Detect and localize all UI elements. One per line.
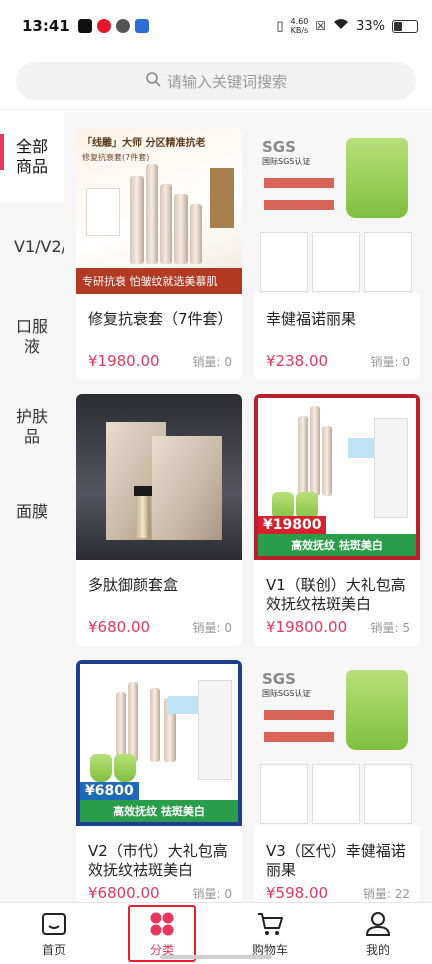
active-tab-highlight [128, 905, 196, 962]
sidebar-item-oral-liquid[interactable]: 口服液 [0, 292, 64, 382]
product-sales: 销量: 0 [192, 887, 232, 901]
product-price: ¥6800.00 [88, 884, 160, 902]
wifi-icon [333, 18, 349, 34]
sidebar-item-label: 全部商品 [15, 137, 48, 176]
product-name: 幸健福诺丽果 [266, 310, 357, 328]
sidebar-item-label: 口服液 [15, 317, 48, 356]
product-sales: 销量: 0 [192, 621, 232, 635]
sidebar-item-label: 面膜 [15, 502, 48, 521]
battery-percent: 33% [356, 18, 385, 34]
product-image: ¥19800 高效抚纹 祛斑美白 [254, 394, 420, 560]
product-card[interactable]: 多肽御颜套盒 ¥680.00 销量: 0 [76, 394, 242, 646]
weibo-icon [96, 19, 111, 33]
product-name: V1（联创）大礼包高效抚纹祛斑美白 [266, 576, 406, 613]
product-name: V3（区代）幸健福诺丽果 [266, 842, 406, 879]
product-image: 「线雕」大师 分区精准抗老 修复抗衰套(7件套) 专研抗衰 怕皱纹就选美慕肌 [76, 128, 242, 294]
sidebar-item-label: 护肤品 [15, 407, 48, 446]
product-price: ¥238.00 [266, 352, 329, 370]
product-image: SGS 国际SGS认证 [254, 660, 420, 826]
product-image [76, 394, 242, 560]
status-right: ▯ 4.60 KB/s ☒ 33% [276, 17, 418, 35]
product-card[interactable]: ¥6800 高效抚纹 祛斑美白 V2（市代）大礼包高效抚纹祛斑美白 ¥6800.… [76, 660, 242, 902]
category-sidebar: 全部商品 V1/V2/ 口服液 护肤品 面膜 [0, 112, 64, 902]
search-bar: 请输入关键词搜索 [0, 52, 432, 110]
sidebar-item-label: V1/V2/ [14, 237, 64, 256]
product-name: 多肽御颜套盒 [88, 576, 179, 594]
product-sales: 销量: 0 [370, 355, 410, 369]
status-time: 13:41 [22, 17, 70, 35]
tab-home[interactable]: 首页 [0, 903, 108, 964]
sidebar-item-v1v2[interactable]: V1/V2/ [0, 202, 64, 292]
product-name: V2（市代）大礼包高效抚纹祛斑美白 [88, 842, 228, 879]
search-input[interactable]: 请输入关键词搜索 [16, 62, 416, 100]
sim-icon: ☒ [315, 19, 327, 33]
home-icon [40, 910, 68, 938]
product-card[interactable]: 「线雕」大师 分区精准抗老 修复抗衰套(7件套) 专研抗衰 怕皱纹就选美慕肌 修… [76, 128, 242, 380]
search-icon [145, 71, 161, 91]
cart-icon [256, 910, 284, 938]
sidebar-item-all[interactable]: 全部商品 [0, 112, 64, 202]
home-indicator [160, 955, 272, 959]
status-bar: 13:41 ▯ 4.60 KB/s ☒ 33% [0, 0, 432, 52]
product-name: 修复抗衰套（7件套） [88, 310, 233, 328]
product-card[interactable]: SGS 国际SGS认证 V3（区代）幸健福诺丽果 ¥598.00 销量: 22 [254, 660, 420, 902]
app-icon-2 [134, 19, 149, 33]
product-price: ¥19800.00 [266, 618, 348, 636]
app-icon [115, 19, 130, 33]
tab-label: 首页 [41, 942, 66, 957]
product-sales: 销量: 0 [192, 355, 232, 369]
product-image: ¥6800 高效抚纹 祛斑美白 [76, 660, 242, 826]
product-card[interactable]: ¥19800 高效抚纹 祛斑美白 V1（联创）大礼包高效抚纹祛斑美白 ¥1980… [254, 394, 420, 646]
product-price: ¥598.00 [266, 884, 329, 902]
product-sales: 销量: 5 [370, 621, 410, 635]
product-card[interactable]: SGS 国际SGS认证 幸健福诺丽果 ¥238.00 销量: 0 [254, 128, 420, 380]
search-placeholder: 请输入关键词搜索 [166, 72, 287, 91]
tab-profile[interactable]: 我的 [324, 903, 432, 964]
product-image: SGS 国际SGS认证 [254, 128, 420, 294]
tiktok-icon [77, 19, 92, 33]
status-app-icons [77, 19, 149, 33]
product-price: ¥1980.00 [88, 352, 160, 370]
product-grid: 「线雕」大师 分区精准抗老 修复抗衰套(7件套) 专研抗衰 怕皱纹就选美慕肌 修… [64, 112, 432, 902]
sidebar-item-mask[interactable]: 面膜 [0, 472, 64, 552]
product-price: ¥680.00 [88, 618, 151, 636]
profile-icon [364, 910, 392, 938]
sidebar-item-skincare[interactable]: 护肤品 [0, 382, 64, 472]
vibrate-icon: ▯ [276, 18, 284, 34]
battery-icon [392, 19, 418, 33]
product-sales: 销量: 22 [362, 887, 410, 901]
tab-label: 我的 [365, 942, 390, 957]
network-speed: 4.60 KB/s [290, 17, 309, 35]
